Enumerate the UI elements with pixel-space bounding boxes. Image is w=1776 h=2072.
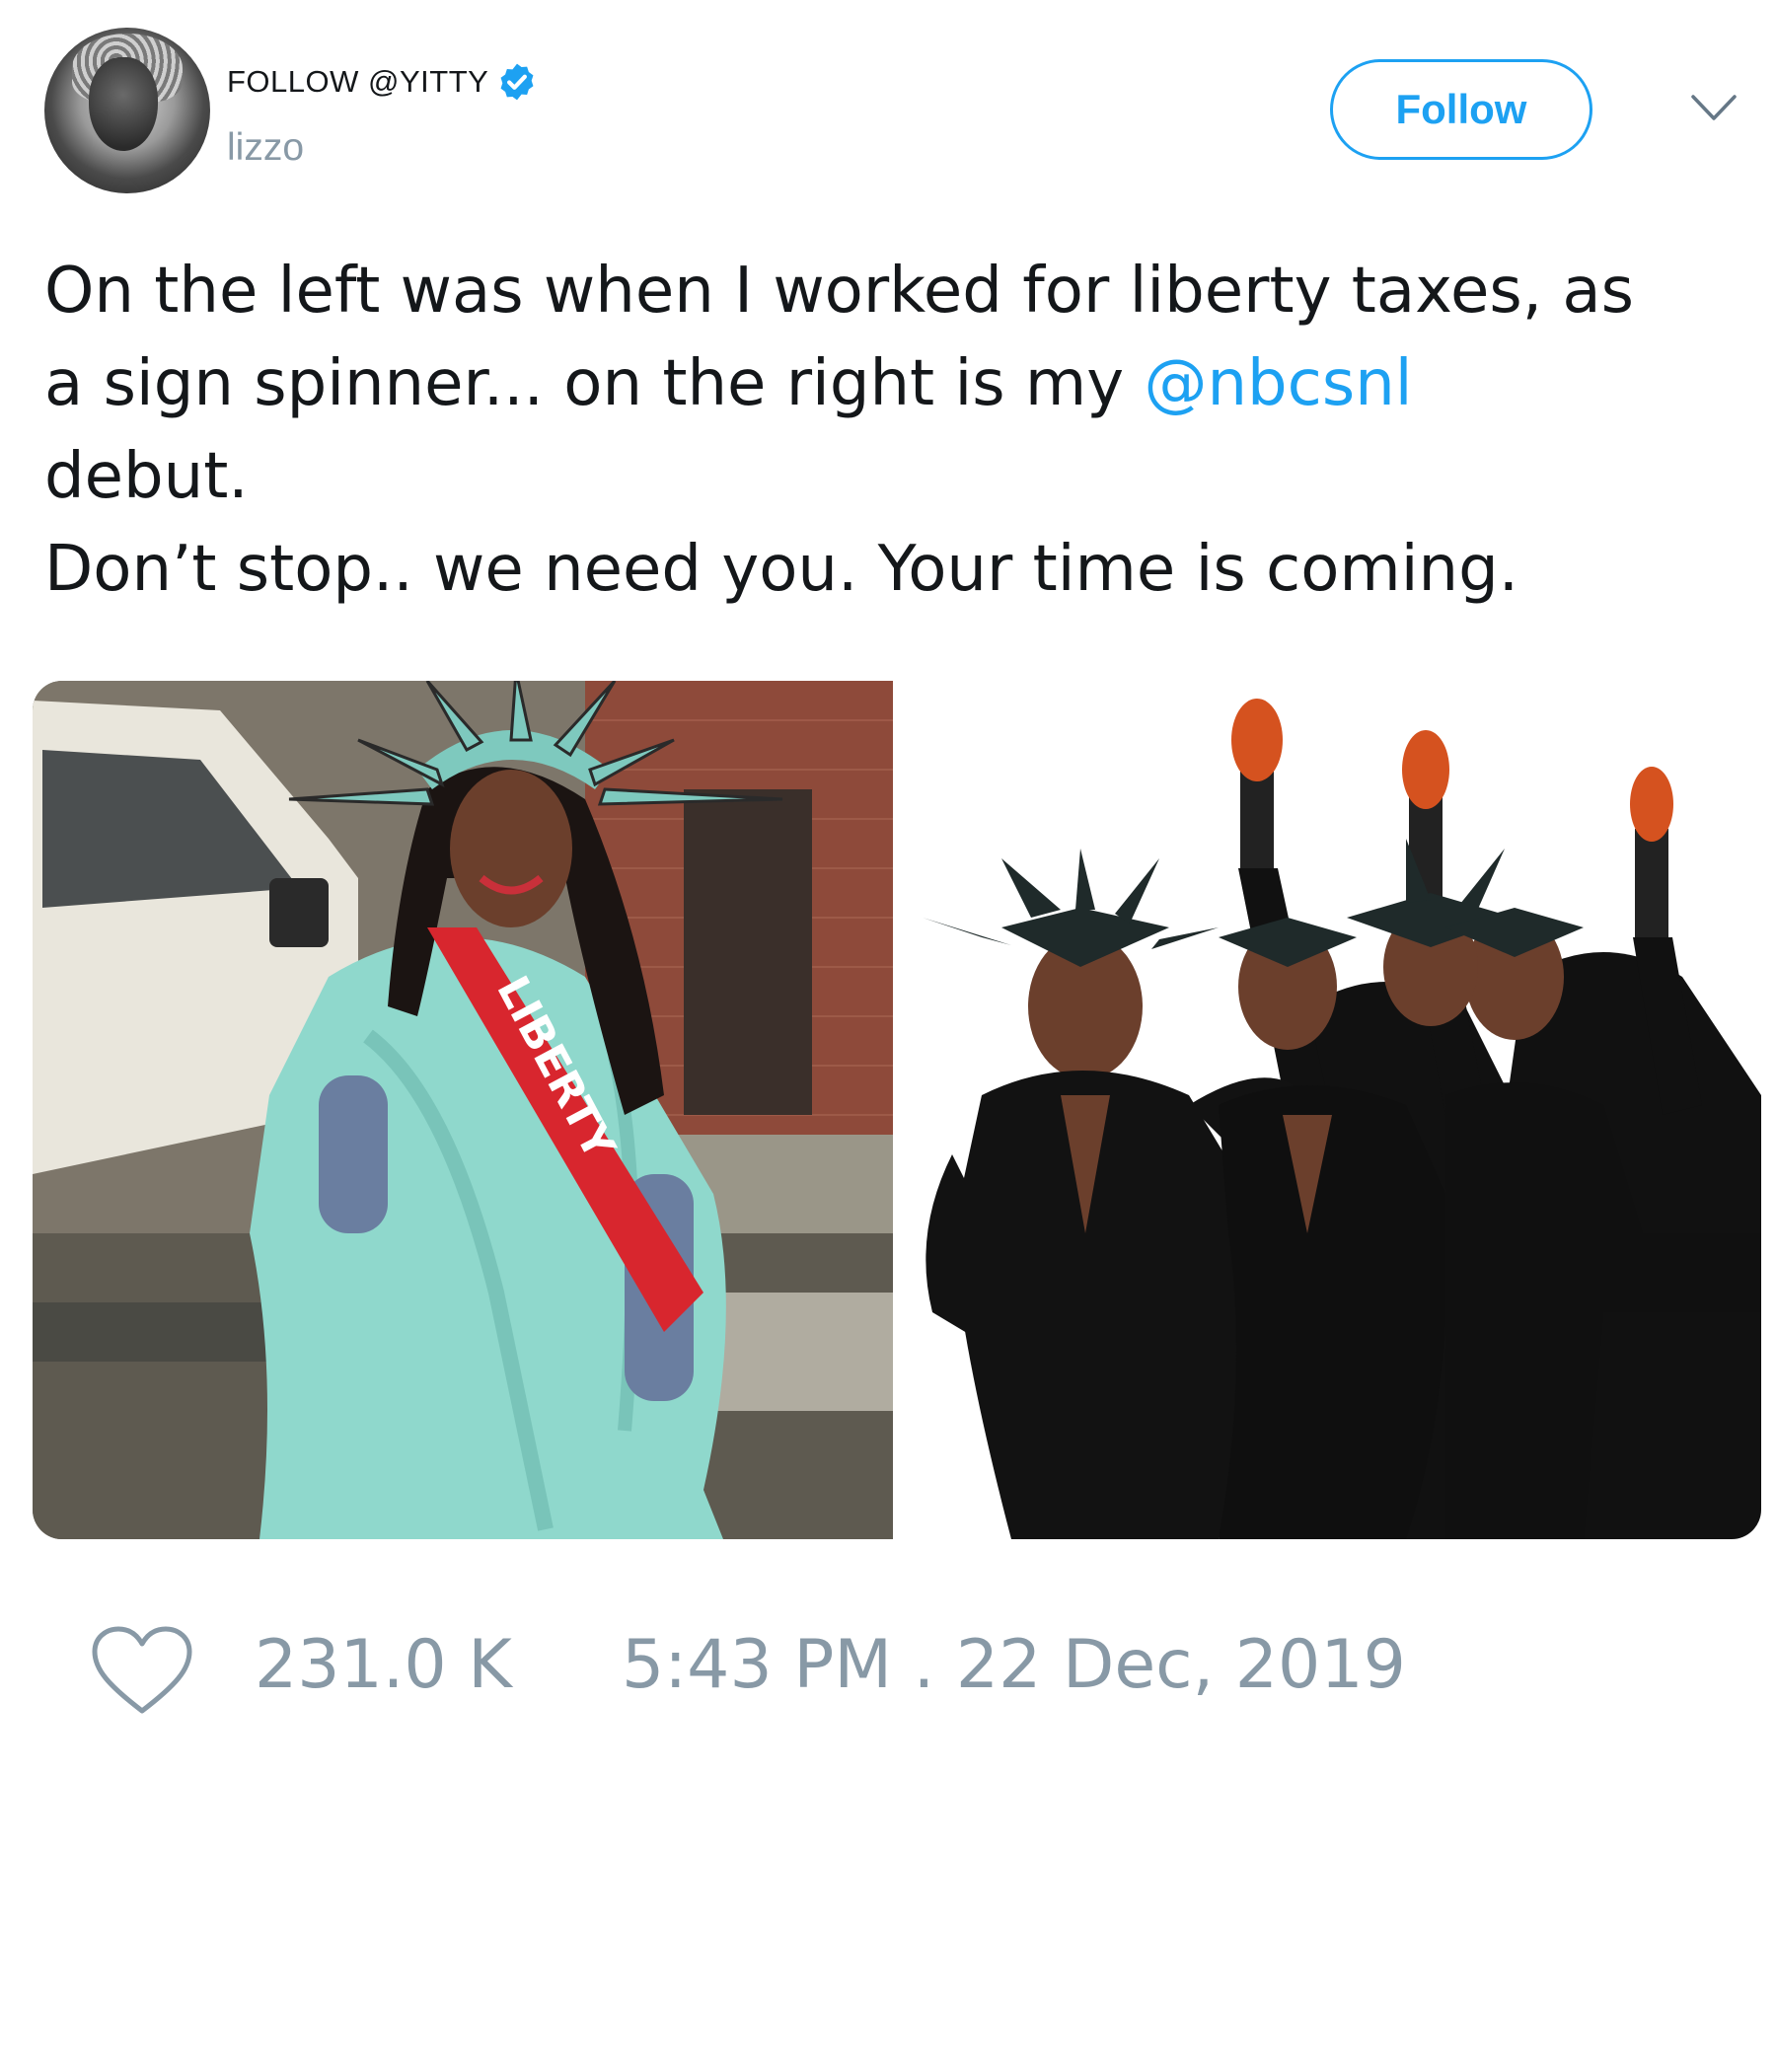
tweet-line-2: a sign spinner... on the right is my @nb… xyxy=(44,337,1761,430)
tweet-footer: 231.0 K 5:43 PM . 22 Dec, 2019 xyxy=(0,1608,1776,1727)
tweet-text: On the left was when I worked for libert… xyxy=(44,245,1761,616)
chevron-down-icon[interactable] xyxy=(1689,91,1739,124)
photo-liberty-costume[interactable]: LIBERTY xyxy=(33,681,893,1539)
avatar[interactable] xyxy=(44,28,210,193)
author-handle[interactable]: FOLLOW @YITTY xyxy=(227,64,488,100)
avatar-face xyxy=(89,57,158,151)
author-display-name[interactable]: lizzo xyxy=(227,126,304,170)
tweet-line-3: debut. xyxy=(44,440,249,513)
verified-badge-icon xyxy=(500,63,534,101)
mention-link[interactable]: @nbcsnl xyxy=(1144,347,1412,420)
tweet-line-2-text: a sign spinner... on the right is my xyxy=(44,347,1145,420)
tweet-line-4: Don’t stop.. we need you. Your time is c… xyxy=(44,533,1519,606)
author-handle-row: FOLLOW @YITTY xyxy=(227,61,538,103)
tweet-line-1: On the left was when I worked for libert… xyxy=(44,255,1634,328)
follow-button[interactable]: Follow xyxy=(1330,59,1592,160)
tweet-media[interactable]: LIBERTY xyxy=(33,681,1761,1539)
photo-snl-debut[interactable] xyxy=(893,681,1761,1539)
heart-icon[interactable] xyxy=(89,1624,195,1719)
tweet-header: FOLLOW @YITTY lizzo Follow xyxy=(0,0,1776,217)
like-count: 231.0 K xyxy=(255,1626,512,1704)
tweet-timestamp[interactable]: 5:43 PM . 22 Dec, 2019 xyxy=(622,1626,1406,1704)
